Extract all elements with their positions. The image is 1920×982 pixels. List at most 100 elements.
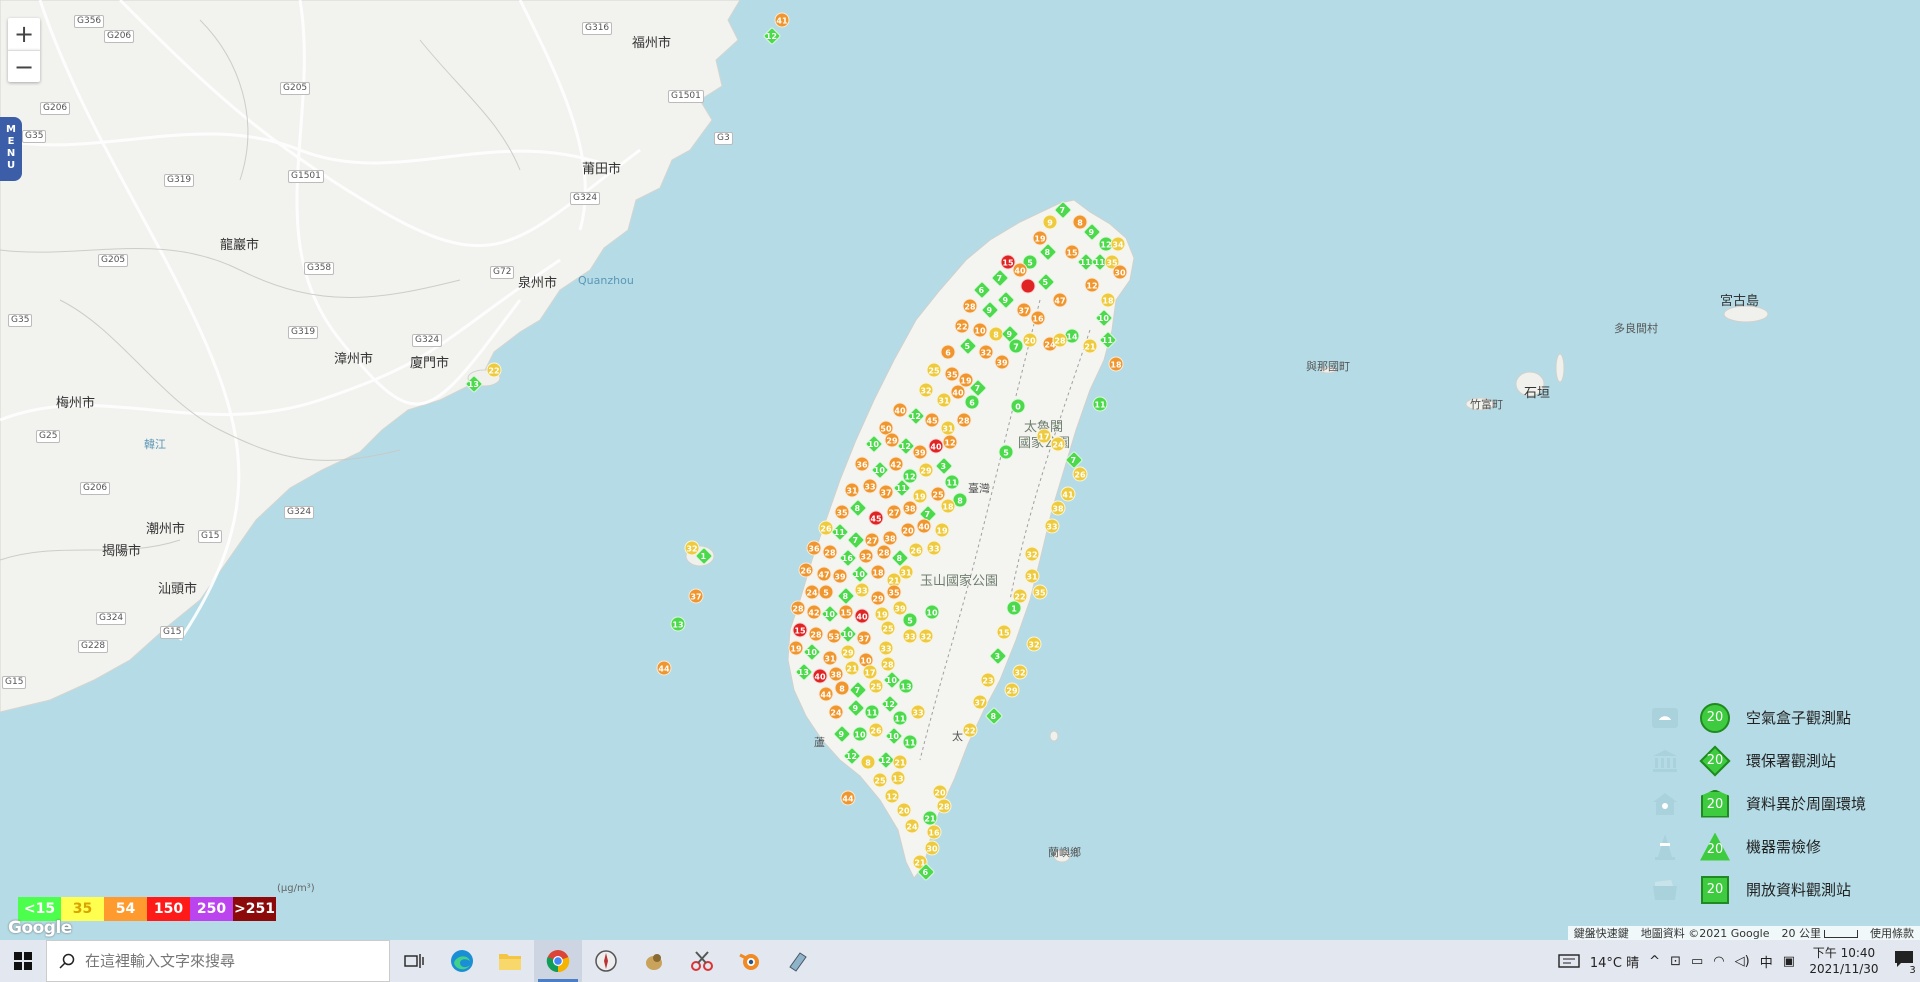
airbox-marker[interactable]: 6 — [964, 394, 980, 410]
airbox-marker[interactable]: 40 — [892, 402, 908, 418]
airbox-marker[interactable]: 38 — [1050, 500, 1066, 516]
input-mode-icon[interactable]: ▣ — [1783, 954, 1795, 969]
airbox-marker[interactable]: 22 — [954, 318, 970, 334]
taskbar-file-explorer[interactable] — [486, 940, 534, 982]
airbox-marker[interactable]: 29 — [870, 590, 886, 606]
airbox-marker[interactable]: 15 — [1000, 254, 1016, 270]
airbox-marker[interactable]: 37 — [1016, 302, 1032, 318]
airbox-marker[interactable]: 44 — [840, 790, 856, 806]
taskbar-app-bird[interactable] — [630, 940, 678, 982]
airbox-marker[interactable]: 26 — [798, 562, 814, 578]
menu-tab[interactable]: MENU — [0, 117, 22, 181]
airbox-marker[interactable]: 9 — [1042, 214, 1058, 230]
wifi-icon[interactable]: ◠ — [1713, 954, 1724, 969]
airbox-marker[interactable]: 28 — [880, 656, 896, 672]
airbox-marker[interactable]: 36 — [806, 540, 822, 556]
airbox-marker[interactable]: 25 — [926, 362, 942, 378]
airbox-marker[interactable]: 20 — [900, 522, 916, 538]
airbox-marker[interactable]: 15 — [996, 624, 1012, 640]
taskbar-chrome[interactable] — [534, 940, 582, 982]
airbox-marker[interactable]: 32 — [918, 628, 934, 644]
airbox-marker[interactable]: 33 — [878, 640, 894, 656]
airbox-marker[interactable]: 8 — [834, 680, 850, 696]
airbox-marker[interactable]: 40 — [928, 438, 944, 454]
airbox-marker[interactable]: 33 — [862, 478, 878, 494]
ime-indicator[interactable]: 中 — [1760, 952, 1773, 971]
airbox-marker[interactable]: 32 — [978, 344, 994, 360]
airbox-marker[interactable]: 29 — [918, 462, 934, 478]
airbox-marker[interactable]: 18 — [1100, 292, 1116, 308]
airbox-marker[interactable]: 21 — [922, 810, 938, 826]
airbox-marker[interactable]: 33 — [902, 628, 918, 644]
airbox-marker[interactable]: 18 — [940, 498, 956, 514]
taskbar-snipping-tool[interactable] — [678, 940, 726, 982]
airbox-marker[interactable]: 31 — [1024, 568, 1040, 584]
airbox-marker[interactable]: 31 — [936, 392, 952, 408]
airbox-marker[interactable]: 21 — [892, 754, 908, 770]
airbox-marker[interactable]: 28 — [808, 626, 824, 642]
airbox-marker[interactable]: 24 — [904, 818, 920, 834]
airbox-marker[interactable]: 25 — [880, 620, 896, 636]
search-input[interactable] — [85, 952, 365, 970]
airbox-marker[interactable]: 47 — [1052, 292, 1068, 308]
airbox-marker[interactable]: 16 — [1030, 310, 1046, 326]
airbox-marker[interactable]: 28 — [962, 298, 978, 314]
airbox-marker[interactable]: 29 — [1004, 682, 1020, 698]
network-adapter-icon[interactable]: ⊡ — [1670, 954, 1681, 969]
airbox-marker[interactable]: 35 — [944, 366, 960, 382]
airbox-marker[interactable]: 5 — [818, 584, 834, 600]
airbox-marker[interactable]: 26 — [1072, 466, 1088, 482]
airbox-marker[interactable]: 28 — [956, 412, 972, 428]
airbox-marker[interactable]: 26 — [868, 722, 884, 738]
airbox-marker[interactable]: 33 — [854, 582, 870, 598]
airbox-marker[interactable]: 22 — [486, 362, 502, 378]
airbox-marker[interactable]: 40 — [854, 608, 870, 624]
airbox-marker[interactable]: 23 — [980, 672, 996, 688]
airbox-marker[interactable]: 31 — [844, 482, 860, 498]
zoom-in-button[interactable]: + — [8, 18, 40, 50]
airbox-marker[interactable]: 40 — [812, 668, 828, 684]
terms-link[interactable]: 使用條款 — [1864, 926, 1920, 940]
volume-icon[interactable]: ◁) — [1735, 954, 1750, 969]
airbox-marker[interactable]: 25 — [872, 772, 888, 788]
zoom-out-button[interactable]: − — [8, 50, 40, 82]
airbox-marker[interactable]: 16 — [926, 824, 942, 840]
airbox-marker[interactable]: 30 — [924, 840, 940, 856]
map-scale[interactable]: 20 公里 — [1776, 926, 1865, 940]
airbox-marker[interactable]: 12 — [884, 788, 900, 804]
airbox-marker[interactable]: 31 — [822, 650, 838, 666]
airbox-marker[interactable]: 38 — [882, 530, 898, 546]
airbox-marker[interactable] — [1020, 278, 1036, 294]
airbox-marker[interactable]: 33 — [910, 704, 926, 720]
airbox-marker[interactable]: 45 — [868, 510, 884, 526]
airbox-marker[interactable]: 15 — [1064, 244, 1080, 260]
airbox-marker[interactable]: 35 — [1032, 584, 1048, 600]
airbox-marker[interactable]: 24 — [1050, 436, 1066, 452]
airbox-marker[interactable]: 42 — [888, 456, 904, 472]
airbox-marker[interactable]: 32 — [1024, 546, 1040, 562]
airbox-marker[interactable]: 26 — [908, 542, 924, 558]
airbox-marker[interactable]: 21 — [844, 660, 860, 676]
airbox-marker[interactable]: 31 — [940, 420, 956, 436]
weather-widget-icon[interactable] — [1558, 953, 1580, 969]
airbox-marker[interactable]: 32 — [1012, 664, 1028, 680]
airbox-marker[interactable]: 6 — [940, 344, 956, 360]
airbox-marker[interactable]: 27 — [886, 504, 902, 520]
airbox-marker[interactable]: 7 — [1008, 338, 1024, 354]
airbox-marker[interactable]: 19 — [934, 522, 950, 538]
airbox-marker[interactable]: 24 — [828, 704, 844, 720]
airbox-marker[interactable]: 28 — [822, 544, 838, 560]
weather-text[interactable]: 14°C 晴 — [1590, 952, 1639, 971]
airbox-marker[interactable]: 37 — [972, 694, 988, 710]
airbox-marker[interactable]: 37 — [878, 484, 894, 500]
airbox-marker[interactable]: 37 — [688, 588, 704, 604]
airbox-marker[interactable]: 42 — [806, 604, 822, 620]
airbox-marker[interactable]: 17 — [862, 664, 878, 680]
airbox-marker[interactable]: 39 — [994, 354, 1010, 370]
airbox-marker[interactable]: 28 — [790, 600, 806, 616]
airbox-marker[interactable]: 20 — [896, 802, 912, 818]
airbox-marker[interactable]: 47 — [816, 566, 832, 582]
taskbar-compass-app[interactable] — [582, 940, 630, 982]
airbox-marker[interactable]: 21 — [1082, 338, 1098, 354]
airbox-marker[interactable]: 36 — [854, 456, 870, 472]
